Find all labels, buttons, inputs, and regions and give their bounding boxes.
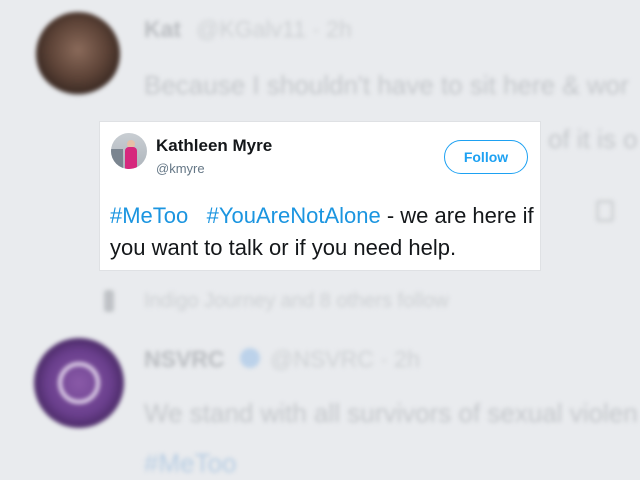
kat-tweet-text-line-1: Because I shouldn't have to sit here & w… <box>144 70 629 100</box>
social-context-line: Indigo Journey and 8 others follow <box>144 290 449 312</box>
tweet-text: #MeToo #YouAreNotAlone - we are here if … <box>110 200 535 264</box>
nsvrc-hashtag: #MeToo <box>144 448 237 478</box>
kat-tweet-text-line-2: of it is o <box>548 124 638 154</box>
kat-handle-time: @KGalv11 · 2h <box>196 16 352 42</box>
display-name[interactable]: Kathleen Myre <box>156 136 272 156</box>
hashtag-youarenotalone[interactable]: #YouAreNotAlone <box>207 203 381 228</box>
nsvrc-tweet-text-line-1: We stand with all survivors of sexual vi… <box>144 398 638 428</box>
kat-display-name: Kat <box>144 16 182 42</box>
verified-badge-icon <box>240 348 260 368</box>
tweet-card: Kathleen Myre @kmyre Follow #MeToo #YouA… <box>100 122 540 270</box>
message-icon <box>596 200 614 222</box>
hashtag-metoo[interactable]: #MeToo <box>110 203 188 228</box>
nsvrc-handle-time: @NSVRC · 2h <box>270 346 420 372</box>
nsvrc-display-name: NSVRC <box>144 346 225 372</box>
kathleen-myre-avatar[interactable] <box>111 133 147 169</box>
user-handle[interactable]: @kmyre <box>156 161 205 176</box>
kat-avatar <box>36 12 120 96</box>
person-icon <box>104 290 114 312</box>
nsvrc-logo-icon <box>58 362 100 404</box>
follow-button[interactable]: Follow <box>444 140 528 174</box>
